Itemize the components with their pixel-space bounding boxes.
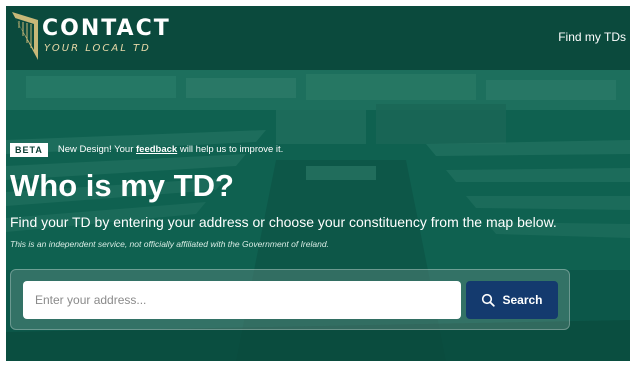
search-icon [482, 293, 496, 307]
search-button[interactable]: Search [466, 281, 558, 319]
search-panel: Search [10, 269, 570, 330]
page-title: Who is my TD? [10, 168, 234, 203]
hero-description: Find your TD by entering your address or… [10, 214, 557, 230]
search-button-label: Search [502, 293, 543, 307]
site-logo[interactable]: CONTACT YOUR LOCAL TD [12, 12, 172, 64]
beta-message: New Design! Your feedback will help us t… [58, 144, 283, 156]
beta-text-before: New Design! Your [57, 144, 137, 155]
brand-subtitle: YOUR LOCAL TD [44, 43, 151, 54]
address-search-input[interactable] [23, 281, 461, 319]
beta-text-after: will help us to improve it. [177, 144, 284, 155]
brand-title: CONTACT [42, 16, 171, 41]
beta-badge: BETA [10, 143, 48, 157]
disclaimer-note: This is an independent service, not offi… [10, 239, 329, 249]
harp-wedge-icon [12, 12, 38, 60]
page: CONTACT YOUR LOCAL TD Find my TDs BETA N… [6, 6, 630, 361]
beta-notice: BETA New Design! Your feedback will help… [10, 143, 283, 157]
feedback-link[interactable]: feedback [136, 144, 177, 155]
nav-find-my-tds[interactable]: Find my TDs [558, 29, 626, 45]
site-header: CONTACT YOUR LOCAL TD Find my TDs [6, 6, 630, 70]
